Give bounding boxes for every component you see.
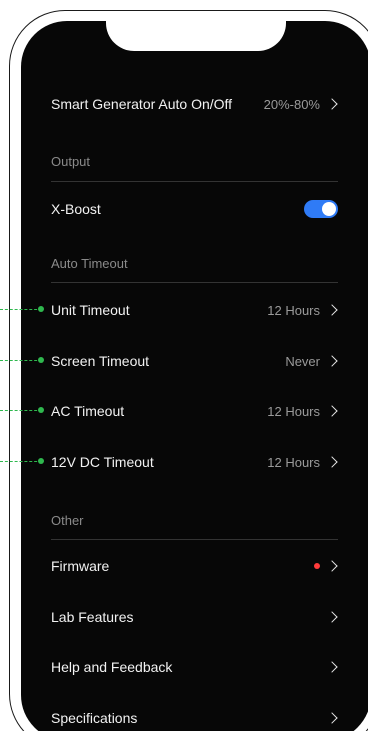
callout-line-dc-timeout [0,461,42,462]
unit-timeout-label: Unit Timeout [51,302,130,318]
output-divider [51,181,338,182]
help-feedback-label: Help and Feedback [51,659,173,675]
ac-timeout-row[interactable]: AC Timeout 12 Hours [51,386,338,436]
callout-line-screen-timeout [0,360,42,361]
output-section-header: Output [51,154,91,169]
unit-timeout-row[interactable]: Unit Timeout 12 Hours [51,285,338,335]
smart-generator-value: 20%-80% [263,96,320,112]
auto-timeout-divider [51,282,338,283]
specifications-label: Specifications [51,710,138,726]
callout-dot [38,357,44,363]
lab-features-label: Lab Features [51,609,134,625]
unit-timeout-value: 12 Hours [267,302,320,318]
chevron-right-icon [326,355,338,367]
phone-notch [106,21,286,51]
other-divider [51,539,338,540]
specifications-row[interactable]: Specifications [51,693,338,731]
x-boost-row: X-Boost [51,184,338,234]
smart-generator-row[interactable]: Smart Generator Auto On/Off 20%-80% [51,79,338,129]
chevron-right-icon [326,98,338,110]
callout-dot [38,407,44,413]
screen-timeout-value: Never [285,353,320,369]
firmware-row[interactable]: Firmware [51,541,338,591]
dc-timeout-label: 12V DC Timeout [51,454,154,470]
dc-timeout-value: 12 Hours [267,454,320,470]
chevron-right-icon [326,560,338,572]
x-boost-toggle[interactable] [304,200,338,218]
auto-timeout-section-header: Auto Timeout [51,256,128,271]
phone-screen: Smart Generator Auto On/Off 20%-80% Outp… [21,21,368,731]
ac-timeout-value: 12 Hours [267,403,320,419]
callout-dot [38,458,44,464]
ac-timeout-label: AC Timeout [51,403,125,419]
chevron-right-icon [326,405,338,417]
dc-timeout-row[interactable]: 12V DC Timeout 12 Hours [51,437,338,487]
screen-timeout-label: Screen Timeout [51,353,150,369]
smart-generator-label: Smart Generator Auto On/Off [51,96,233,112]
firmware-label: Firmware [51,558,110,574]
help-feedback-row[interactable]: Help and Feedback [51,642,338,692]
chevron-right-icon [326,661,338,673]
chevron-right-icon [326,304,338,316]
other-section-header: Other [51,513,84,528]
screen-timeout-row[interactable]: Screen Timeout Never [51,336,338,386]
chevron-right-icon [326,712,338,724]
x-boost-label: X-Boost [51,201,101,217]
update-dot-icon [314,563,320,569]
toggle-knob [322,202,336,216]
chevron-right-icon [326,456,338,468]
canvas: Smart Generator Auto On/Off 20%-80% Outp… [0,0,368,731]
callout-dot [38,306,44,312]
lab-features-row[interactable]: Lab Features [51,592,338,642]
callout-line-unit-timeout [0,309,42,310]
chevron-right-icon [326,611,338,623]
callout-line-ac-timeout [0,410,42,411]
